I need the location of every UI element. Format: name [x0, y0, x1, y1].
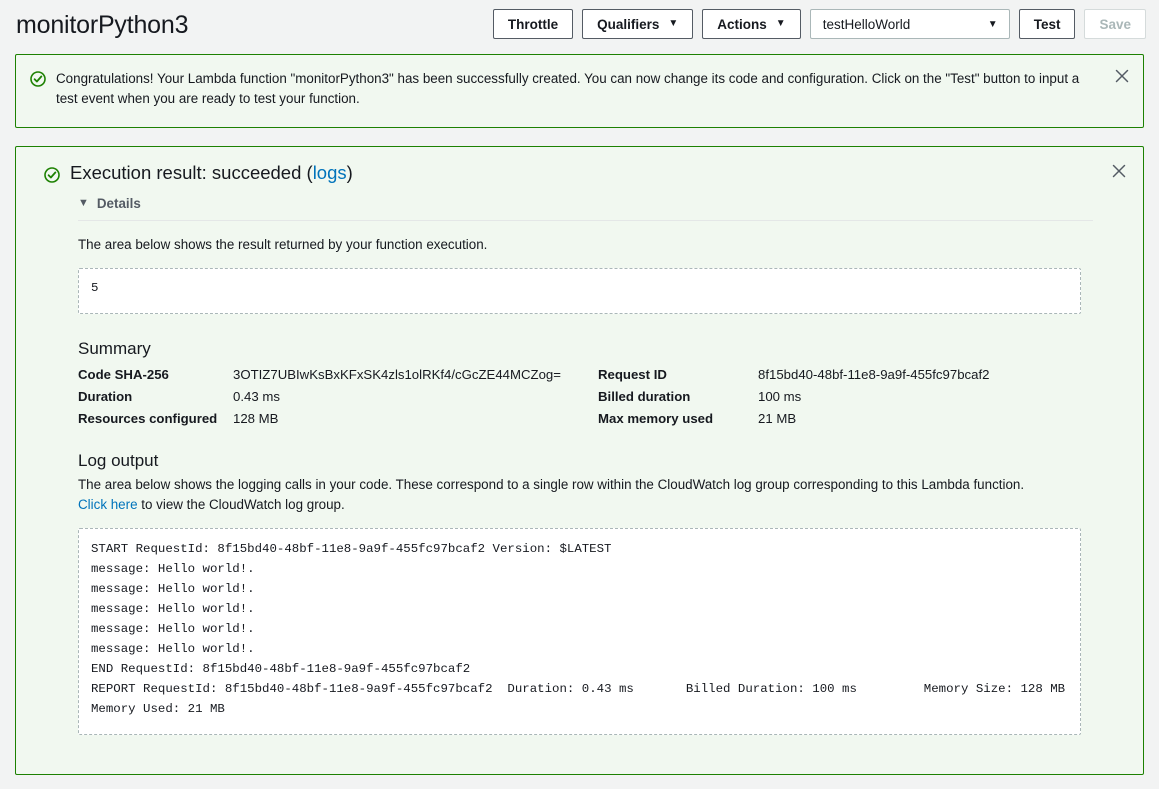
chevron-down-icon: ▼	[668, 18, 679, 29]
test-event-select[interactable]: testHelloWorld ▼	[809, 9, 1010, 39]
save-button[interactable]: Save	[1084, 9, 1146, 39]
throttle-button-label: Throttle	[507, 16, 559, 32]
actions-dropdown-button[interactable]: Actions ▼	[702, 9, 801, 39]
cloudwatch-log-group-link[interactable]: Click here	[78, 497, 138, 512]
success-check-icon	[30, 71, 46, 87]
summary-value-max-memory-used: 21 MB	[758, 411, 797, 426]
test-button[interactable]: Test	[1018, 9, 1076, 39]
summary-key-request-id: Request ID	[598, 367, 667, 382]
actions-button-label: Actions	[717, 16, 767, 32]
details-toggle-label: Details	[96, 196, 141, 211]
log-output-heading: Log output	[78, 451, 159, 470]
summary-value-resources-configured: 128 MB	[233, 411, 279, 426]
page-header: monitorPython3 Throttle Qualifiers ▼ Act…	[0, 0, 1159, 50]
chevron-down-icon: ▼	[987, 18, 998, 30]
summary-value-request-id: 8f15bd40-48bf-11e8-9a9f-455fc97bcaf2	[758, 367, 990, 382]
summary-key-resources-configured: Resources configured	[78, 411, 218, 426]
chevron-down-icon: ▼	[775, 18, 786, 29]
result-output-box[interactable]: 5	[78, 268, 1081, 314]
page-title: monitorPython3	[16, 10, 189, 39]
summary-key-max-memory-used: Max memory used	[598, 411, 714, 426]
qualifiers-button-label: Qualifiers	[597, 16, 660, 32]
summary-value-code-sha256: 3OTIZ7UBIwKsBxKFxSK4zls1olRKf4/cGcZE44MC…	[233, 367, 561, 382]
divider	[78, 220, 1093, 221]
summary-heading: Summary	[78, 339, 151, 358]
execution-result-title-suffix: )	[346, 162, 353, 183]
test-button-label: Test	[1033, 16, 1061, 32]
log-output-description-text: The area below shows the logging calls i…	[78, 477, 1025, 492]
triangle-down-icon: ▼	[78, 197, 89, 209]
execution-result-body: The area below shows the result returned…	[16, 235, 1143, 735]
summary-value-billed-duration: 100 ms	[758, 389, 802, 404]
log-output-description: The area below shows the logging calls i…	[78, 475, 1081, 515]
qualifiers-dropdown-button[interactable]: Qualifiers ▼	[582, 9, 694, 39]
summary-value-duration: 0.43 ms	[233, 389, 280, 404]
log-output-link-suffix: to view the CloudWatch log group.	[137, 497, 345, 512]
summary-key-code-sha256: Code SHA-256	[78, 367, 169, 382]
save-button-label: Save	[1099, 16, 1131, 32]
summary-key-billed-duration: Billed duration	[598, 389, 691, 404]
logs-link[interactable]: logs	[313, 162, 347, 183]
result-description: The area below shows the result returned…	[78, 237, 488, 252]
throttle-button[interactable]: Throttle	[492, 9, 574, 39]
header-actions: Throttle Qualifiers ▼ Actions ▼ testHell…	[492, 9, 1146, 39]
alert-message: Congratulations! Your Lambda function "m…	[56, 71, 1080, 106]
close-icon[interactable]	[1109, 161, 1129, 181]
details-disclosure-toggle[interactable]: ▼ Details	[78, 196, 158, 211]
execution-result-panel: Execution result: succeeded (logs) ▼ Det…	[15, 146, 1144, 775]
log-output-box[interactable]: START RequestId: 8f15bd40-48bf-11e8-9a9f…	[78, 528, 1081, 735]
test-event-select-value: testHelloWorld	[822, 16, 911, 32]
execution-result-header: Execution result: succeeded (logs)	[16, 162, 1143, 184]
summary-grid: Code SHA-256 3OTIZ7UBIwKsBxKFxSK4zls1olR…	[78, 365, 1081, 429]
execution-result-title: Execution result: succeeded (logs)	[70, 162, 353, 184]
success-check-icon	[44, 167, 60, 183]
close-icon[interactable]	[1112, 66, 1132, 86]
execution-result-status-text: Execution result: succeeded (	[70, 162, 313, 183]
success-alert-banner: Congratulations! Your Lambda function "m…	[15, 54, 1144, 128]
summary-key-duration: Duration	[78, 389, 133, 404]
